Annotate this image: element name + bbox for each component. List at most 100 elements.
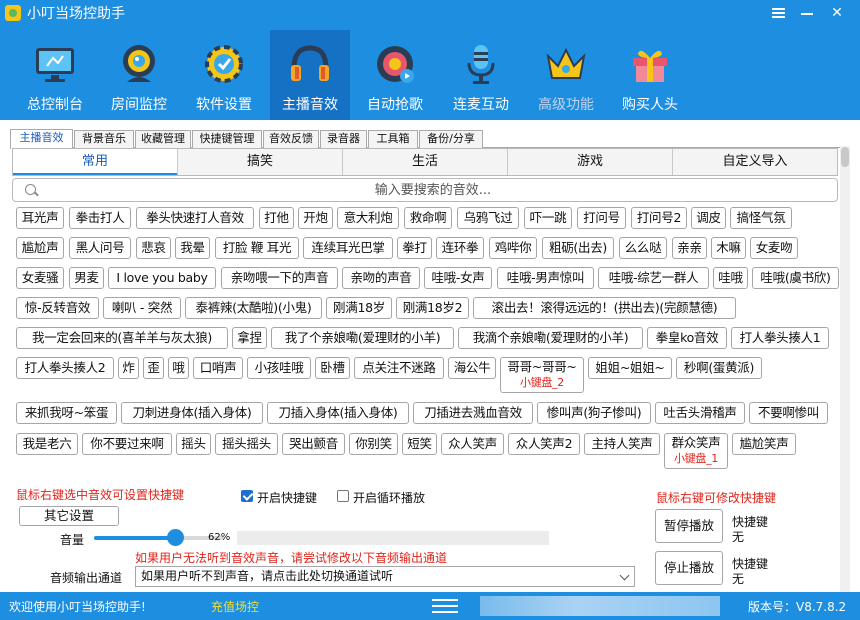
recharge-link[interactable]: 充值场控 <box>211 598 259 615</box>
subtab-hotkeys[interactable]: 快捷键管理 <box>192 130 262 148</box>
subtab-bgm[interactable]: 背景音乐 <box>74 130 134 148</box>
sound-button[interactable]: 摇头摇头 <box>215 433 278 455</box>
nav-item-anchor-sounds[interactable]: 主播音效 <box>270 30 350 120</box>
sound-button[interactable]: 耳光声 <box>16 207 64 229</box>
sound-button[interactable]: 刚满18岁2 <box>396 297 469 319</box>
sound-button[interactable]: 尴尬笑声 <box>732 433 796 455</box>
sound-button[interactable]: 搞怪气氛 <box>730 207 792 229</box>
volume-slider-handle[interactable] <box>166 529 184 546</box>
nav-item-buy[interactable]: 购买人头 <box>610 30 690 120</box>
menu-icon[interactable] <box>768 4 790 22</box>
sound-button[interactable]: 喇叭 - 突然 <box>103 297 181 319</box>
sound-button[interactable]: 连环拳 <box>436 237 484 259</box>
sound-button[interactable]: 男麦 <box>69 267 104 289</box>
sound-button[interactable]: 亲吻喂一下的声音 <box>221 267 338 289</box>
subtab-toolbox[interactable]: 工具箱 <box>368 130 418 148</box>
sound-button[interactable]: 哇哦-综艺一群人 <box>598 267 709 289</box>
sound-button[interactable]: 意大利炮 <box>337 207 399 229</box>
sound-button[interactable]: 炸 <box>118 357 139 379</box>
sound-button[interactable]: 开炮 <box>298 207 333 229</box>
sound-button[interactable]: 刀刺进身体(插入身体) <box>121 402 263 424</box>
scrollbar[interactable] <box>840 146 850 596</box>
search-input[interactable] <box>43 181 823 199</box>
sound-button[interactable]: 我滴个亲娘嘞(爱理财的小羊) <box>458 327 643 349</box>
loop-play-checkbox[interactable] <box>337 490 349 502</box>
sound-button[interactable]: 打问号 <box>577 207 626 229</box>
tab-life[interactable]: 生活 <box>343 149 508 175</box>
sound-button[interactable]: 打脸 鞭 耳光 <box>215 237 299 259</box>
pause-button[interactable]: 暂停播放 <box>655 509 723 543</box>
sound-button[interactable]: 女麦吻 <box>750 237 798 259</box>
sound-button[interactable]: 亲吻的声音 <box>342 267 420 289</box>
sound-button[interactable]: 木嘛 <box>711 237 746 259</box>
sound-button[interactable]: 哇哦 <box>713 267 748 289</box>
sound-button[interactable]: 哇哦-男声惊叫 <box>497 267 594 289</box>
sound-button[interactable]: 我一定会回来的(喜羊羊与灰太狼) <box>16 327 228 349</box>
enable-hotkey-label[interactable]: 开启快捷键 <box>257 489 317 506</box>
sound-button[interactable]: 拳打 <box>397 237 432 259</box>
subtab-anchor-sounds[interactable]: 主播音效 <box>10 129 73 149</box>
sound-button[interactable]: 口哨声 <box>193 357 243 379</box>
tab-common[interactable]: 常用 <box>13 149 178 175</box>
sound-button[interactable]: 悲哀 <box>136 237 171 259</box>
tab-funny[interactable]: 搞笑 <box>178 149 343 175</box>
sound-button[interactable]: 哥哥~哥哥~ 小键盘_2 <box>500 357 584 393</box>
hamburger-menu-icon[interactable] <box>432 598 458 614</box>
sound-button[interactable]: 刚满18岁 <box>326 297 392 319</box>
sound-button[interactable]: 众人笑声 <box>441 433 504 455</box>
sound-button[interactable]: 摇头 <box>176 433 211 455</box>
nav-item-console[interactable]: 总控制台 <box>15 30 95 120</box>
sound-button[interactable]: 鸡哔你 <box>489 237 537 259</box>
tab-custom-import[interactable]: 自定义导入 <box>673 149 837 175</box>
sound-button[interactable]: 我了个亲娘嘞(爱理财的小羊) <box>271 327 454 349</box>
sound-button[interactable]: 哇哦(虞书欣) <box>752 267 839 289</box>
sound-button[interactable]: 卧槽 <box>315 357 350 379</box>
sound-button[interactable]: 海公牛 <box>448 357 496 379</box>
sound-button[interactable]: 女麦骚 <box>16 267 64 289</box>
sound-button[interactable]: 打问号2 <box>631 207 687 229</box>
sound-button[interactable]: I love you baby <box>108 267 216 289</box>
sound-button[interactable]: 点关注不迷路 <box>354 357 444 379</box>
sound-button[interactable]: 泰裤辣(太酷啦)(小鬼) <box>185 297 322 319</box>
sound-button[interactable]: 打他 <box>259 207 294 229</box>
sound-button[interactable]: 众人笑声2 <box>508 433 580 455</box>
sound-button[interactable]: 连续耳光巴掌 <box>303 237 393 259</box>
sound-button[interactable]: 救命啊 <box>404 207 452 229</box>
sound-button[interactable]: 哭出颤音 <box>282 433 345 455</box>
sound-button[interactable]: 拳击打人 <box>69 207 131 229</box>
sound-button[interactable]: 来抓我呀~笨蛋 <box>16 402 117 424</box>
sound-button[interactable]: 哇哦-女声 <box>424 267 492 289</box>
subtab-feedback[interactable]: 音效反馈 <box>263 130 319 148</box>
sound-button[interactable]: 滚出去！滚得远远的！(拱出去)(完颜慧德) <box>473 297 736 319</box>
sound-button[interactable]: 不要啊惨叫 <box>749 402 828 424</box>
sound-button[interactable]: 吐舌头滑稽声 <box>655 402 745 424</box>
sound-button[interactable]: 尴尬声 <box>16 237 64 259</box>
sound-button[interactable]: 么么哒 <box>619 237 667 259</box>
nav-item-auto-song[interactable]: 自动抢歌 <box>355 30 435 120</box>
loop-play-label[interactable]: 开启循环播放 <box>353 489 425 506</box>
sound-button[interactable]: 调皮 <box>691 207 726 229</box>
sound-button[interactable]: 主持人笑声 <box>584 433 660 455</box>
other-settings-button[interactable]: 其它设置 <box>19 506 119 526</box>
sound-button[interactable]: 刀插进去溅血音效 <box>413 402 533 424</box>
sound-button[interactable]: 我是老六 <box>16 433 78 455</box>
minimize-button[interactable] <box>796 4 818 22</box>
stop-button[interactable]: 停止播放 <box>655 551 723 585</box>
sound-button[interactable]: 秒啊(蛋黄派) <box>676 357 762 379</box>
sound-button[interactable]: 黑人问号 <box>69 237 131 259</box>
sound-button[interactable]: 打人拳头揍人1 <box>731 327 829 349</box>
sound-button[interactable]: 乌鸦飞过 <box>457 207 519 229</box>
nav-item-settings[interactable]: 软件设置 <box>184 30 264 120</box>
tab-game[interactable]: 游戏 <box>508 149 673 175</box>
nav-item-advanced[interactable]: 高级功能 <box>526 30 606 120</box>
enable-hotkey-checkbox[interactable] <box>241 490 253 502</box>
sound-button[interactable]: 拳头快速打人音效 <box>136 207 254 229</box>
sound-button[interactable]: 拳皇ko音效 <box>647 327 727 349</box>
sound-button[interactable]: 拿捏 <box>232 327 267 349</box>
sound-button[interactable]: 姐姐~姐姐~ <box>588 357 672 379</box>
sound-button[interactable]: 你不要过来啊 <box>82 433 172 455</box>
sound-button[interactable]: 歪 <box>143 357 164 379</box>
sound-button[interactable]: 亲亲 <box>672 237 707 259</box>
sound-button[interactable]: 哦 <box>168 357 189 379</box>
nav-item-mic-link[interactable]: 连麦互动 <box>441 30 521 120</box>
